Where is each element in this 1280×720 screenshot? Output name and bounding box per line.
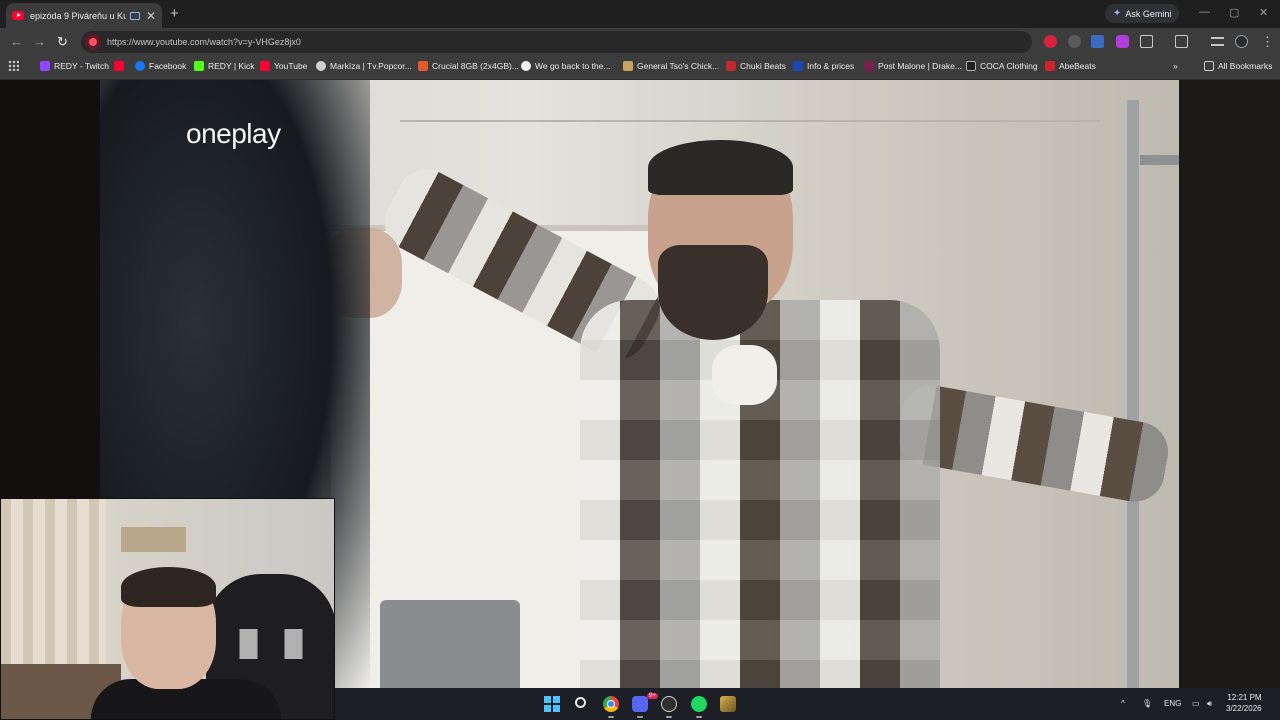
browser-toolbar: ← → ↻ https://www.youtube.com/watch?v=y-…: [0, 28, 1280, 56]
reload-icon[interactable]: ↻: [57, 34, 68, 50]
all-bookmarks-button[interactable]: All Bookmarks: [1204, 61, 1272, 71]
profile-avatar-icon[interactable]: [1235, 35, 1248, 48]
bookmark-item[interactable]: Crucial 8GB (2x4GB)...: [418, 61, 519, 71]
cast-icon: [129, 11, 140, 20]
clock-date: 3/22/2026: [1226, 704, 1262, 713]
app-icon[interactable]: [720, 696, 736, 712]
tab-active[interactable]: epizóda 9 Piváreňu u Kultár ✕: [6, 3, 162, 28]
folder-icon: [1204, 61, 1214, 71]
ask-gemini-label: Ask Gemini: [1125, 8, 1172, 19]
webcam-overlay: [0, 498, 335, 720]
address-bar[interactable]: https://www.youtube.com/watch?v=y-VHGez8…: [81, 31, 1032, 53]
language-indicator[interactable]: ENG: [1164, 699, 1181, 708]
bookmark-item[interactable]: We go back to the...: [521, 61, 610, 71]
bookmark-item[interactable]: Post Malone | Drake...: [864, 61, 962, 71]
box: [121, 527, 186, 552]
youtube-icon: [114, 61, 124, 71]
bookmark-item[interactable]: Facebook: [135, 61, 186, 71]
google-icon: [521, 61, 531, 71]
beard: [658, 245, 768, 340]
ask-gemini-button[interactable]: ✦ Ask Gemini: [1105, 4, 1180, 23]
extension-icon[interactable]: [1044, 35, 1057, 48]
twitch-icon: [40, 61, 50, 71]
globe-icon: [316, 61, 326, 71]
back-icon[interactable]: ←: [10, 34, 23, 49]
booking-icon: [793, 61, 803, 71]
network-icon[interactable]: ▭: [1192, 699, 1200, 708]
letterbox-right: [1179, 80, 1280, 688]
close-window-button[interactable]: ✕: [1259, 6, 1268, 19]
facebook-icon: [135, 61, 145, 71]
bookmark-item[interactable]: YouTube: [260, 61, 307, 71]
crucial-icon: [418, 61, 428, 71]
side-panel-icon[interactable]: [1175, 35, 1188, 48]
tab-title: epizóda 9 Piváreňu u Kultár: [30, 10, 126, 21]
menu-icon[interactable]: ⋮: [1261, 34, 1274, 50]
extensions-puzzle-icon[interactable]: [1140, 35, 1153, 48]
search-icon[interactable]: [575, 697, 586, 708]
bookmark-item[interactable]: COCA Clothing: [966, 61, 1038, 71]
url-text: https://www.youtube.com/watch?v=y-VHGez8…: [107, 37, 301, 47]
tab-close-button[interactable]: ✕: [146, 9, 156, 23]
tab-strip: epizóda 9 Piváreňu u Kultár ✕ + ✦ Ask Ge…: [0, 0, 1280, 28]
maximize-button[interactable]: ▢: [1229, 6, 1239, 19]
forward-icon[interactable]: →: [33, 34, 46, 49]
clock-time: 12:21 PM: [1227, 693, 1262, 702]
beats-icon: [1045, 61, 1055, 71]
bookmark-item[interactable]: Info & prices: [793, 61, 854, 71]
new-tab-button[interactable]: +: [170, 5, 179, 22]
beats-icon: [726, 61, 736, 71]
kick-icon: [194, 61, 204, 71]
taskbar: [335, 688, 1280, 720]
recipe-icon: [623, 61, 633, 71]
music-icon: [864, 61, 874, 71]
metal-shelf: [1127, 100, 1139, 688]
extension-150-icon[interactable]: [1091, 35, 1104, 48]
chrome-icon[interactable]: [603, 696, 619, 712]
obs-icon[interactable]: [661, 696, 677, 712]
bookmark-item[interactable]: Markíza | Tv.Popcor...: [316, 61, 412, 71]
media-controls-icon[interactable]: [1211, 37, 1224, 46]
system-clock[interactable]: 12:21 PM 3/22/2026: [1226, 692, 1262, 714]
site-info-icon[interactable]: [85, 34, 101, 50]
gemini-icon: ✦: [1113, 8, 1122, 19]
bookmark-item[interactable]: REDY - Twitch: [40, 61, 109, 71]
apps-grid-icon[interactable]: [8, 60, 19, 71]
bookmark-item[interactable]: REDY | Kick: [194, 61, 254, 71]
bookmark-item[interactable]: AbeBeats: [1045, 61, 1096, 71]
bookmark-item[interactable]: General Tso's Chick...: [623, 61, 719, 71]
discord-badge: 9+: [647, 693, 658, 699]
bookmark-item[interactable]: [114, 61, 128, 71]
show-hidden-icons-icon[interactable]: ^: [1121, 699, 1125, 708]
windows-start-icon[interactable]: [544, 696, 560, 712]
bookmarks-bar: REDY - Twitch Facebook REDY | Kick YouTu…: [0, 56, 1280, 80]
oneplay-watermark: oneplay: [186, 118, 281, 149]
spotify-icon[interactable]: [691, 696, 707, 712]
volume-icon[interactable]: 🔊︎: [1207, 699, 1212, 709]
youtube-icon: [12, 11, 24, 20]
youtube-icon: [260, 61, 270, 71]
bookmark-item[interactable]: Chuki Beats: [726, 61, 786, 71]
sink: [380, 600, 520, 688]
minimize-button[interactable]: —: [1199, 6, 1210, 18]
microphone-icon[interactable]: 🎙︎: [1142, 699, 1152, 708]
translate-icon[interactable]: [1068, 35, 1081, 48]
bookmarks-overflow-button[interactable]: »: [1173, 61, 1178, 71]
twitch-extension-icon[interactable]: [1116, 35, 1129, 48]
clothing-icon: [966, 61, 976, 71]
discord-icon[interactable]: [632, 696, 648, 712]
